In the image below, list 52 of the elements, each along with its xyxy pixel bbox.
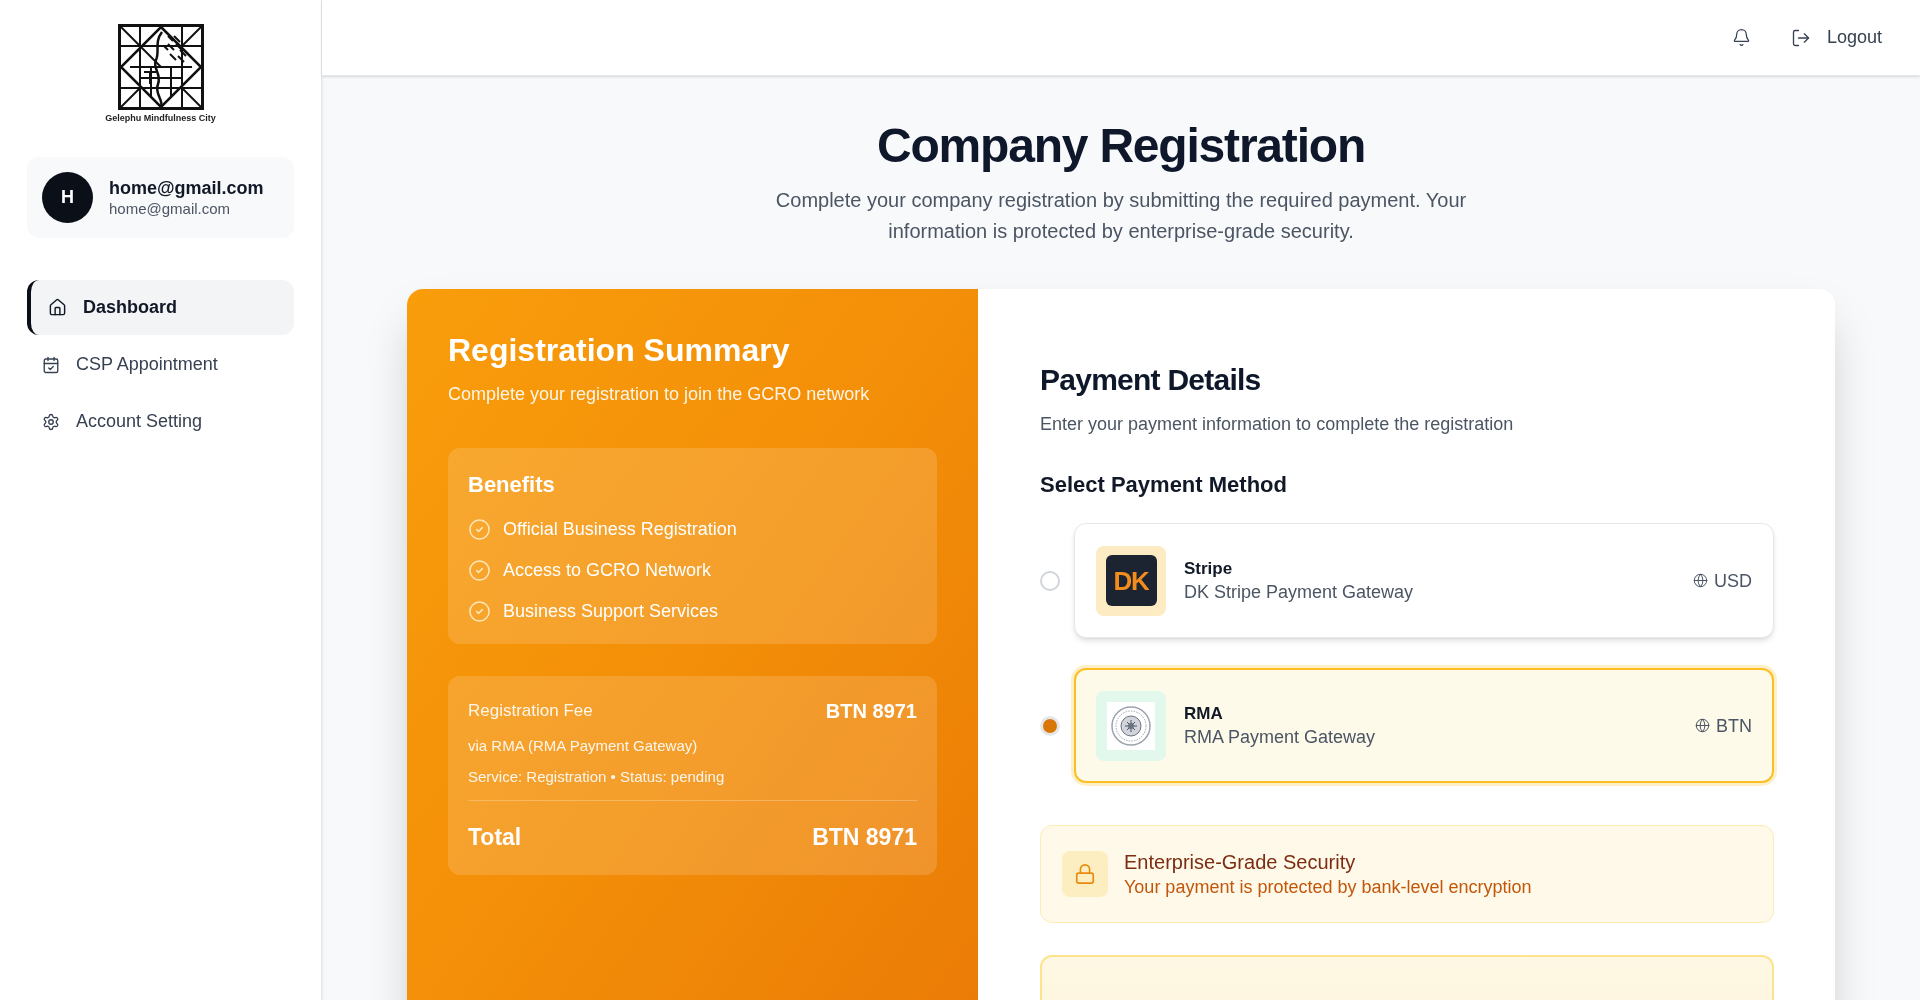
gateway-logo: DK [1096,545,1166,616]
radio-button[interactable] [1040,715,1060,736]
method-description: RMA Payment Gateway [1184,725,1377,749]
security-text: Your payment is protected by bank-level encryption [1124,876,1532,899]
fee-via: via RMA (RMA Payment Gateway) [468,736,699,756]
currency-code: USD [1714,569,1752,593]
user-name: home@gmail.com [109,176,264,199]
payment-option[interactable]: RMA RMA Payment Gateway BTN [1074,668,1774,783]
method-name: Stripe [1184,557,1234,580]
page-subtitle: Complete your company registration by submitting the required payment. Your information is protected by enterprise-grade security. [774,188,1468,244]
nav-item[interactable]: Dashboard [27,280,294,335]
benefit-text: Access to GCRO Network [503,559,712,582]
settings-icon [42,412,60,431]
summary-subtitle: Complete your registration to join the GCRO network [448,383,871,406]
user-email: home@gmail.com [109,198,232,219]
check-circle-icon [468,599,491,623]
method-name: RMA [1184,702,1224,725]
page-title: Company Registration [876,118,1366,174]
home-icon [48,298,67,317]
lock-icon [1062,851,1108,897]
radio-button[interactable] [1040,570,1060,591]
logout-button[interactable]: Logout [1790,24,1882,51]
bell-icon [1731,28,1751,47]
total-label: Total [468,823,522,852]
city-logo-icon [117,24,204,110]
logout-icon [1790,27,1811,48]
logo-caption: Gelephu Mindfulness City [105,113,216,124]
notifications-button[interactable] [1731,28,1751,47]
benefit-text: Business Support Services [503,600,719,623]
globe-icon [1693,573,1708,588]
check-circle-icon [468,517,491,541]
summary-title: Registration Summary [448,331,791,370]
seal-logo-icon [1096,690,1166,761]
check-circle-icon [468,558,491,582]
globe-icon [1695,718,1710,733]
payment-title: Payment Details [1040,362,1262,398]
total-amount: BTN 8971 [812,823,917,852]
fee-amount: BTN 8971 [825,699,917,723]
currency-code: BTN [1716,714,1752,738]
security-title: Enterprise-Grade Security [1124,850,1357,875]
payment-option[interactable]: DK Stripe DK Stripe Payment Gateway USD [1074,523,1774,638]
method-description: DK Stripe Payment Gateway [1184,580,1415,604]
benefit-text: Official Business Registration [503,518,737,541]
nav-item[interactable]: CSP Appointment [27,337,294,392]
payment-subtitle: Enter your payment information to complete the registration [1040,413,1515,436]
nav-item[interactable]: Account Setting [27,394,294,449]
avatar: H [42,172,93,223]
benefits-title: Benefits [468,471,556,499]
fee-meta: Service: Registration • Status: pending [468,767,726,787]
method-heading: Select Payment Method [1040,471,1288,499]
fee-label: Registration Fee [468,700,593,722]
calendar-check-icon [42,355,60,374]
